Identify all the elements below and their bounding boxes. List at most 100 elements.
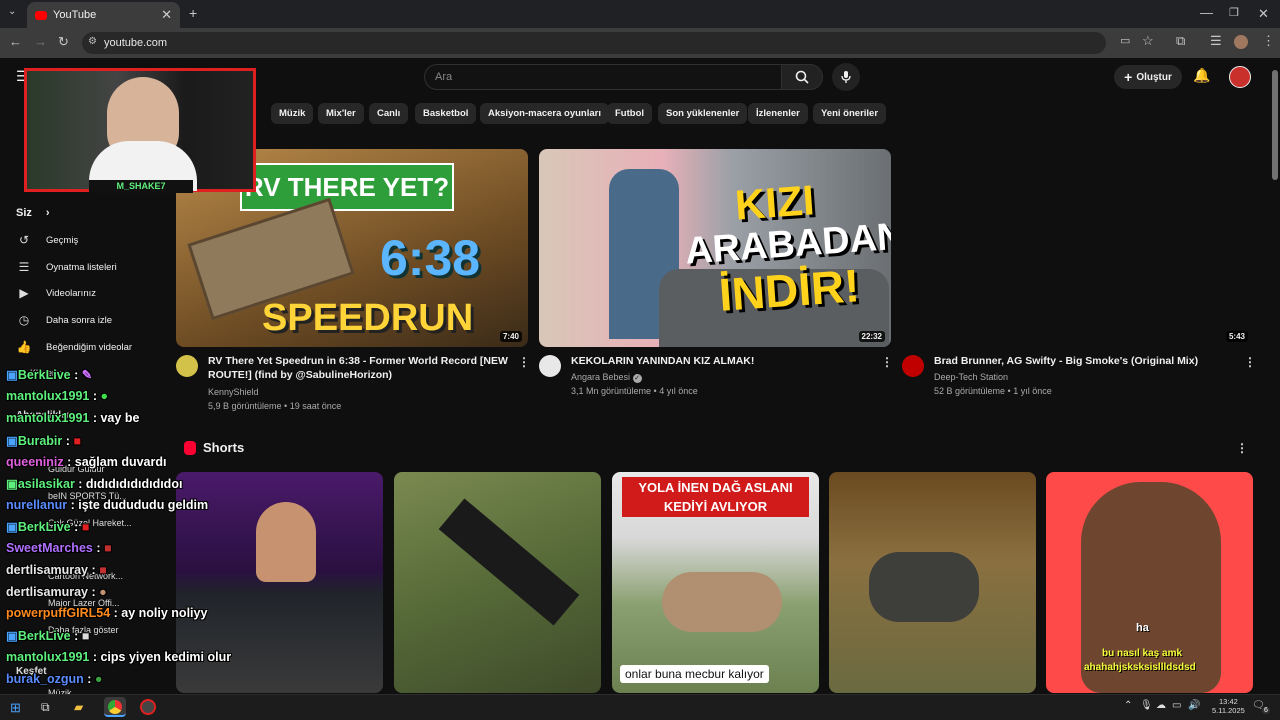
video-thumbnail-2[interactable]: KIZI ARABADAN İNDİR! 22:32 (539, 149, 891, 347)
video-title-1[interactable]: RV There Yet Speedrun in 6:38 - Former W… (208, 354, 508, 382)
short-3-title-banner: YOLA İNEN DAĞ ASLANI KEDİYİ AVLIYOR (622, 477, 809, 517)
microphone-icon (841, 71, 851, 83)
tray-clock[interactable]: 13:42 5.11.2025 (1212, 697, 1245, 715)
thumb-1-speedrun: SPEEDRUN (262, 297, 474, 339)
close-tab-icon[interactable]: ✕ (161, 7, 172, 23)
sidebar-item-label: Daha sonra izle (46, 314, 113, 326)
obs-icon[interactable] (140, 699, 156, 715)
video-title-3[interactable]: Brad Brunner, AG Swifty - Big Smoke's (O… (934, 354, 1234, 368)
search-input[interactable]: Ara (424, 64, 782, 90)
close-window-icon[interactable]: ✕ (1258, 6, 1269, 22)
address-field[interactable]: ⚙ youtube.com (82, 32, 1106, 54)
flag-icon: ■ (73, 434, 81, 448)
short-5-caption-1: bu nasıl kaş amk (1102, 648, 1183, 659)
channel-avatar-2[interactable] (539, 355, 561, 377)
short-4[interactable] (829, 472, 1036, 693)
chip-basketbol[interactable]: Basketbol (415, 103, 477, 124)
profile-avatar[interactable] (1234, 35, 1248, 49)
account-avatar[interactable] (1229, 66, 1251, 88)
video-title-1-line2: ROUTE!] (find by @SabulineHorizon) (208, 369, 393, 381)
chat-line: ▣BerkLive : ✎ (6, 368, 93, 382)
new-tab-button[interactable]: + (189, 5, 197, 21)
sidebar-item-playlists[interactable]: ☰ Oynatma listeleri (16, 260, 117, 274)
emote-icon: ● (94, 672, 103, 686)
chip-izlenenler[interactable]: İzlenenler (748, 103, 808, 124)
channel-avatar-1[interactable] (176, 355, 198, 377)
chat-badge-icon: ▣ (6, 520, 18, 534)
chip-aksiyon-macera[interactable]: Aksiyon-macera oyunları (480, 103, 609, 124)
chip-son-yuklenenler[interactable]: Son yüklenenler (658, 103, 748, 124)
file-explorer-icon[interactable]: ▰ (74, 700, 83, 714)
video-title-2[interactable]: KEKOLARIN YANINDAN KIZ ALMAK! (571, 354, 871, 368)
cast-icon[interactable]: ▭ (1120, 34, 1130, 47)
sidebar-you-header[interactable]: Siz › (16, 207, 50, 219)
chat-username: BerkLive (17, 368, 71, 382)
chat-message: cips yiyen kedimi olur (100, 650, 232, 664)
video-thumbnail-3[interactable]: 5:43 (902, 149, 1254, 347)
short-2[interactable] (394, 472, 601, 693)
sidebar-item-history[interactable]: ↺ Geçmiş (16, 233, 78, 247)
duration-badge: 22:32 (858, 331, 885, 342)
extensions-icon[interactable]: ⧉ (1176, 33, 1185, 49)
more-options-icon[interactable]: ⋮ (518, 355, 530, 369)
thumb-1-banner: RV THERE YET? (240, 163, 454, 211)
chip-yeni-oneriler[interactable]: Yeni öneriler (813, 103, 887, 124)
chat-username: Burabir (17, 434, 63, 448)
reload-icon[interactable]: ↻ (58, 34, 69, 50)
more-options-icon[interactable]: ⋮ (881, 355, 893, 369)
restore-icon[interactable]: ❐ (1229, 6, 1239, 19)
clock-date: 5.11.2025 (1212, 706, 1245, 715)
tray-volume-icon[interactable]: 🔊 (1188, 700, 1200, 711)
tray-overflow-icon[interactable]: ⌃ (1124, 700, 1132, 711)
chip-muzik[interactable]: Müzik (271, 103, 314, 124)
sidebar-item-watch-later[interactable]: ◷ Daha sonra izle (16, 313, 112, 327)
tray-mic-icon[interactable]: 🎙 (1140, 700, 1153, 711)
minimize-icon[interactable]: — (1200, 5, 1213, 20)
short-5-caption-2: ahahahjsksksisllldsdsd (1084, 662, 1196, 673)
chat-line: mantolux1991 : ● (6, 389, 109, 403)
chat-line: dertlisamuray : ● (6, 585, 107, 599)
bookmark-star-icon[interactable]: ☆ (1142, 33, 1154, 49)
chip-mixler[interactable]: Mix'ler (318, 103, 364, 124)
create-button[interactable]: + Oluştur (1114, 65, 1182, 89)
short-3[interactable]: YOLA İNEN DAĞ ASLANI KEDİYİ AVLIYOR onlar… (612, 472, 819, 693)
task-view-icon[interactable]: ⧉ (41, 700, 50, 715)
voice-search-button[interactable] (832, 63, 860, 91)
channel-avatar-3[interactable] (902, 355, 924, 377)
chrome-taskbar-button[interactable] (104, 697, 126, 717)
chat-message: sağlam duvardı (74, 455, 167, 469)
page-scrollbar[interactable] (1272, 70, 1278, 180)
reading-list-icon[interactable]: ☰ (1210, 33, 1222, 49)
shorts-more-icon[interactable]: ⋮ (1236, 441, 1248, 455)
chat-username: dertlisamuray (6, 563, 88, 577)
short-2-rifle-shape (438, 498, 580, 626)
back-icon[interactable]: ← (9, 34, 22, 49)
channel-name-2[interactable]: Angara Bebesi ✓ (571, 372, 642, 383)
chat-username: powerpuffGIRL54 (6, 606, 111, 620)
short-5[interactable]: ha bu nasıl kaş amk ahahahjsksksisllldsd… (1046, 472, 1253, 693)
create-label: Oluştur (1136, 71, 1172, 83)
duration-badge: 5:43 (1225, 331, 1248, 342)
site-info-icon[interactable]: ⚙ (88, 36, 97, 47)
search-button[interactable] (781, 64, 823, 90)
forward-icon[interactable]: → (34, 34, 47, 49)
notifications-bell-icon[interactable]: 🔔 (1193, 67, 1210, 84)
channel-name-1[interactable]: KennyShield (208, 387, 259, 397)
windows-start-icon[interactable]: ⊞ (10, 700, 21, 716)
channel-name-3[interactable]: Deep-Tech Station (934, 372, 1008, 382)
emote-icon: ● (100, 389, 109, 403)
chrome-icon (108, 700, 122, 714)
notification-count: 6 (1262, 707, 1270, 714)
tray-onedrive-icon[interactable]: ☁ (1156, 700, 1166, 711)
sidebar-item-your-videos[interactable]: ▶ Videolarınız (16, 286, 96, 300)
browser-menu-icon[interactable]: ⋮ (1262, 33, 1275, 49)
chip-canli[interactable]: Canlı (369, 103, 409, 124)
chip-futbol[interactable]: Futbol (607, 103, 653, 124)
chat-message: dıdıdıdıdıdıdıdoı (85, 477, 183, 491)
sidebar-item-liked[interactable]: 👍 Beğendiğim videolar (16, 340, 133, 354)
sidebar-item-label: Beğendiğim videolar (46, 341, 133, 353)
tab-youtube[interactable]: YouTube ✕ (27, 2, 180, 28)
more-options-icon[interactable]: ⋮ (1244, 355, 1256, 369)
tray-network-icon[interactable]: ▭ (1172, 700, 1181, 711)
tab-list-icon[interactable]: ⌄ (8, 6, 16, 17)
